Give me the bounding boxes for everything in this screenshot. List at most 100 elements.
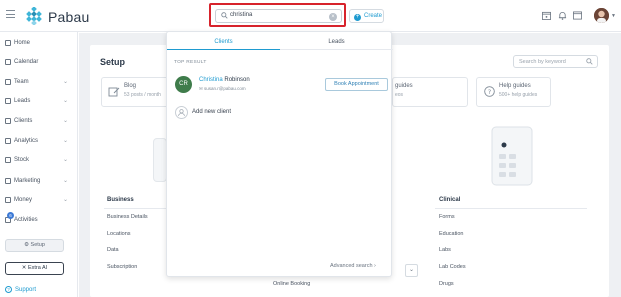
chevron-down-icon: ⌄ [63, 79, 69, 85]
extra-ai-button[interactable]: ✕ Extra AI [5, 262, 64, 275]
sidebar-item-clients[interactable]: Clients ⌄ [0, 116, 78, 130]
clinical-heading: Clinical [439, 197, 461, 203]
chevron-down-icon: ⌄ [63, 98, 69, 104]
sidebar: Home Calendar Team ⌄ Leads ⌄ Clients ⌄ A… [0, 32, 78, 297]
sidebar-item-analytics[interactable]: Analytics ⌄ [0, 136, 78, 150]
chevron-right-icon: › [374, 263, 376, 269]
business-heading: Business [107, 197, 134, 203]
search-value: christina [230, 12, 253, 18]
setup-button[interactable]: ⚙ Setup [5, 239, 64, 252]
sidebar-item-label: Team [14, 79, 29, 85]
forms-link[interactable]: Forms [439, 214, 455, 220]
sidebar-item-label: Clients [14, 118, 33, 124]
sidebar-item-label: Activities [14, 217, 38, 223]
setup-button-label: Setup [30, 242, 45, 248]
help-icon: ? [5, 286, 12, 293]
blog-card[interactable]: Blog 53 posts / month [101, 77, 171, 107]
help-guides-card[interactable]: ? Help guides 500+ help guides [476, 77, 551, 107]
lab-codes-link[interactable]: Lab Codes [439, 264, 466, 270]
search-icon [586, 58, 593, 65]
chevron-down-icon[interactable]: ⌄ [405, 264, 418, 277]
user-avatar[interactable] [594, 8, 609, 23]
card-subtitle: 500+ help guides [499, 92, 538, 98]
locations-link[interactable]: Locations [107, 231, 131, 237]
guides-card[interactable]: guides eos [392, 77, 468, 107]
money-icon [5, 197, 11, 203]
keyword-search-input[interactable]: Search by keyword [513, 55, 598, 68]
drugs-link[interactable]: Drugs [439, 281, 454, 287]
labs-link[interactable]: Labs [439, 247, 451, 253]
analytics-icon [5, 138, 11, 144]
client-email-text: susan.r@pabau.com [204, 86, 246, 91]
edit-icon [108, 87, 120, 97]
create-label: Create [364, 13, 383, 19]
leads-icon [5, 98, 11, 104]
tab-leads[interactable]: Leads [280, 32, 393, 50]
advanced-search-label: Advanced search [330, 263, 373, 269]
bell-icon[interactable] [558, 11, 567, 20]
chevron-down-icon: ⌄ [63, 178, 69, 184]
window-icon[interactable] [573, 11, 582, 20]
global-search-input[interactable]: christina × [215, 9, 342, 23]
support-link[interactable]: ? Support [5, 286, 36, 293]
sidebar-item-label: Analytics [14, 138, 39, 144]
sidebar-item-team[interactable]: Team ⌄ [0, 77, 78, 91]
help-icon: ? [484, 86, 495, 97]
clinical-illustration [491, 126, 533, 186]
subscription-link[interactable]: Subscription [107, 264, 137, 270]
education-link[interactable]: Education [439, 231, 463, 237]
activities-count-badge: 6 [7, 212, 14, 219]
clear-search-icon[interactable]: × [329, 12, 337, 21]
client-last-name: Robinson [222, 77, 250, 83]
business-illustration [153, 138, 167, 182]
pabau-logo-icon [26, 7, 42, 25]
user-photo-icon [594, 8, 609, 23]
svg-text:?: ? [488, 88, 491, 96]
sidebar-item-marketing[interactable]: Marketing ⌄ [0, 176, 78, 190]
chevron-down-icon[interactable]: ▼ [611, 13, 616, 19]
sidebar-item-home[interactable]: Home [0, 38, 78, 52]
search-results-dropdown: Clients Leads TOP RESULT CR Christina Ro… [166, 31, 393, 277]
menu-icon[interactable] [6, 10, 15, 18]
client-name[interactable]: Christina Robinson [199, 77, 250, 83]
chevron-down-icon: ⌄ [63, 138, 69, 144]
client-first-name: Christina [199, 77, 223, 83]
sidebar-item-calendar[interactable]: Calendar [0, 57, 78, 71]
sidebar-item-stock[interactable]: Stock ⌄ [0, 155, 78, 169]
sidebar-item-label: Stock [14, 157, 30, 163]
chevron-down-icon: ⌄ [63, 118, 69, 124]
create-button[interactable]: + Create [349, 9, 384, 23]
page-title: Setup [100, 57, 126, 67]
card-title: Blog [124, 83, 137, 89]
add-user-icon[interactable] [175, 106, 188, 119]
book-appointment-button[interactable]: Book Appointment [325, 78, 388, 91]
add-new-client-link[interactable]: Add new client [192, 109, 231, 115]
client-avatar[interactable]: CR [175, 76, 192, 93]
card-subtitle: 53 posts / month [124, 92, 161, 98]
sidebar-item-label: Leads [14, 98, 31, 104]
advanced-search-link[interactable]: Advanced search › [330, 263, 376, 269]
support-label: Support [15, 287, 37, 293]
client-email: ✉ susan.r@pabau.com [199, 86, 246, 92]
top-bar: Pabau christina × + Create ▼ [0, 0, 621, 32]
search-icon [221, 12, 228, 19]
divider [435, 208, 587, 209]
online-booking-link[interactable]: Online Booking [273, 281, 310, 287]
plus-icon: + [354, 14, 361, 21]
calendar-icon[interactable] [542, 11, 551, 20]
data-link[interactable]: Data [107, 247, 119, 253]
keyword-search-placeholder: Search by keyword [519, 59, 566, 65]
section-label: TOP RESULT [174, 60, 207, 65]
clients-icon [5, 118, 11, 124]
business-details-link[interactable]: Business Details [107, 214, 148, 220]
sidebar-item-money[interactable]: Money ⌄ [0, 195, 78, 209]
sidebar-item-label: Marketing [14, 178, 41, 184]
tab-clients[interactable]: Clients [167, 32, 280, 50]
brand-name: Pabau [48, 9, 90, 25]
stock-icon [5, 157, 11, 163]
sidebar-item-leads[interactable]: Leads ⌄ [0, 96, 78, 110]
chevron-down-icon: ⌄ [63, 197, 69, 203]
extra-ai-label: Extra AI [27, 265, 48, 271]
card-title: guides [395, 83, 413, 89]
sidebar-item-label: Money [14, 197, 33, 203]
